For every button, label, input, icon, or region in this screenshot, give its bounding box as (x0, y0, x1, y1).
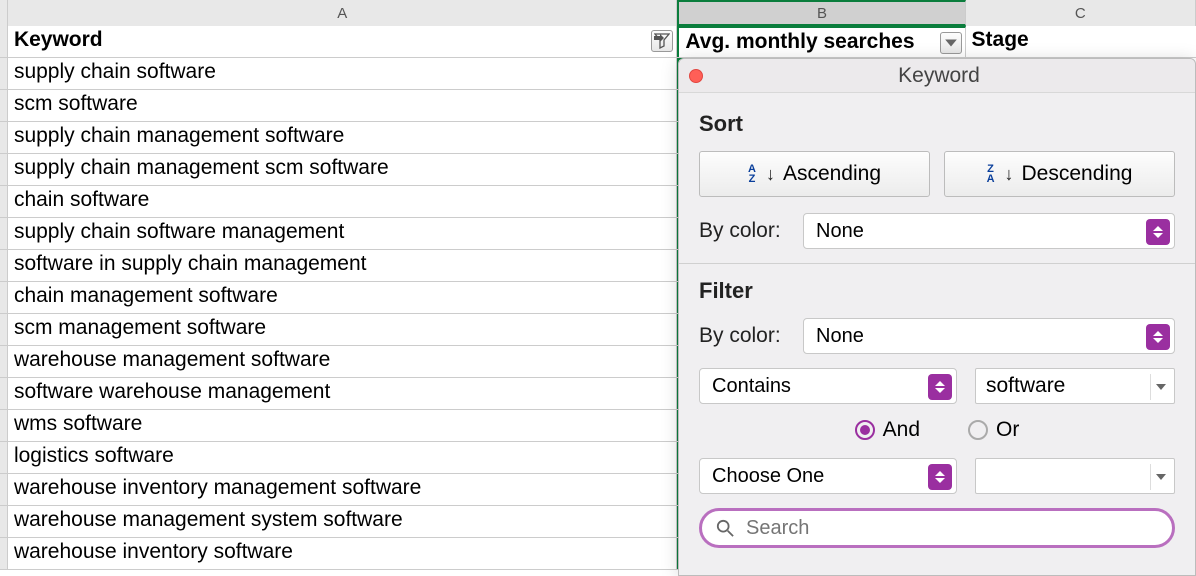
cell-keyword[interactable]: warehouse management software (8, 346, 677, 377)
za-icon: ZA (987, 164, 995, 184)
or-radio[interactable]: Or (968, 418, 1019, 442)
row-header[interactable] (0, 314, 8, 345)
row-header[interactable] (0, 90, 8, 121)
radio-dot-icon (855, 420, 875, 440)
filter-condition-1-select[interactable]: Contains (699, 368, 957, 404)
down-arrow-icon: ↓ (1005, 164, 1014, 185)
cell-keyword[interactable]: scm management software (8, 314, 677, 345)
radio-dot-icon (968, 420, 988, 440)
row-header[interactable] (0, 122, 8, 153)
down-arrow-icon: ↓ (766, 164, 775, 185)
cell-keyword[interactable]: wms software (8, 410, 677, 441)
sort-by-color-label: By color: (699, 219, 789, 243)
filter-by-color-label: By color: (699, 324, 789, 348)
cell-keyword[interactable]: supply chain software (8, 58, 677, 89)
row-header[interactable] (0, 378, 8, 409)
filter-by-color-select[interactable]: None (803, 318, 1175, 354)
sort-filter-panel: Keyword Sort AZ ↓ Ascending ZA ↓ Descend… (678, 58, 1196, 576)
filter-condition-1-value: Contains (712, 375, 791, 398)
sort-descending-button[interactable]: ZA ↓ Descending (944, 151, 1175, 197)
cell-keyword[interactable]: chain software (8, 186, 677, 217)
descending-label: Descending (1022, 162, 1133, 186)
cell-keyword[interactable]: software in supply chain management (8, 250, 677, 281)
search-field[interactable] (699, 508, 1175, 548)
cell-keyword[interactable]: supply chain software management (8, 218, 677, 249)
cell-keyword[interactable]: supply chain management scm software (8, 154, 677, 185)
cell-keyword[interactable]: warehouse inventory software (8, 538, 677, 569)
az-icon: AZ (748, 164, 756, 184)
dropdown-icon[interactable] (940, 32, 962, 54)
ascending-label: Ascending (783, 162, 881, 186)
column-headers: A B C (0, 0, 1196, 26)
cell-keyword[interactable]: logistics software (8, 442, 677, 473)
sort-heading: Sort (699, 111, 1175, 137)
filter-condition-2-value: Choose One (712, 465, 824, 488)
and-label: And (883, 418, 920, 442)
divider (679, 263, 1195, 264)
panel-title: Keyword (713, 64, 1185, 88)
or-label: Or (996, 418, 1019, 442)
sort-ascending-button[interactable]: AZ ↓ Ascending (699, 151, 930, 197)
dropdown-icon[interactable] (1150, 374, 1170, 400)
search-icon (716, 519, 734, 537)
close-icon[interactable] (689, 69, 703, 83)
row-header[interactable] (0, 154, 8, 185)
cell-keyword[interactable]: warehouse management system software (8, 506, 677, 537)
cell-keyword[interactable]: scm software (8, 90, 677, 121)
chevron-updown-icon (928, 374, 952, 400)
header-stage-label: Stage (972, 28, 1029, 51)
row-header[interactable] (0, 26, 8, 57)
row-header-gutter (0, 0, 8, 26)
cell-keyword[interactable]: software warehouse management (8, 378, 677, 409)
filter-value-1-input[interactable]: software (975, 368, 1175, 404)
panel-titlebar: Keyword (679, 59, 1195, 93)
row-header[interactable] (0, 58, 8, 89)
filter-value-2-input[interactable] (975, 458, 1175, 494)
filter-heading: Filter (699, 278, 1175, 304)
filter-by-color-value: None (816, 325, 864, 348)
and-radio[interactable]: And (855, 418, 920, 442)
col-header-a[interactable]: A (8, 0, 678, 26)
header-stage[interactable]: Stage (966, 26, 1196, 57)
cell-keyword[interactable]: warehouse inventory management software (8, 474, 677, 505)
dropdown-icon[interactable] (1150, 464, 1170, 490)
row-header[interactable] (0, 282, 8, 313)
col-header-b[interactable]: B (677, 0, 965, 26)
header-keyword-label: Keyword (14, 28, 103, 51)
chevron-updown-icon (1146, 324, 1170, 350)
chevron-updown-icon (928, 464, 952, 490)
sort-by-color-value: None (816, 220, 864, 243)
cell-keyword[interactable]: supply chain management software (8, 122, 677, 153)
row-header[interactable] (0, 506, 8, 537)
chevron-updown-icon (1146, 219, 1170, 245)
filter-value-1-text: software (986, 374, 1065, 398)
sort-by-color-select[interactable]: None (803, 213, 1175, 249)
row-header[interactable] (0, 474, 8, 505)
header-keyword[interactable]: Keyword (8, 26, 677, 57)
row-header[interactable] (0, 218, 8, 249)
col-header-c[interactable]: C (966, 0, 1196, 26)
row-header[interactable] (0, 250, 8, 281)
search-input[interactable] (744, 516, 1158, 541)
row-header[interactable] (0, 442, 8, 473)
header-avg-searches[interactable]: Avg. monthly searches (677, 26, 965, 57)
filter-condition-2-select[interactable]: Choose One (699, 458, 957, 494)
row-header[interactable] (0, 346, 8, 377)
row-header[interactable] (0, 410, 8, 441)
cell-keyword[interactable]: chain management software (8, 282, 677, 313)
row-header[interactable] (0, 186, 8, 217)
header-avg-searches-label: Avg. monthly searches (685, 30, 914, 53)
filter-funnel-icon[interactable] (651, 30, 673, 52)
row-header[interactable] (0, 538, 8, 569)
